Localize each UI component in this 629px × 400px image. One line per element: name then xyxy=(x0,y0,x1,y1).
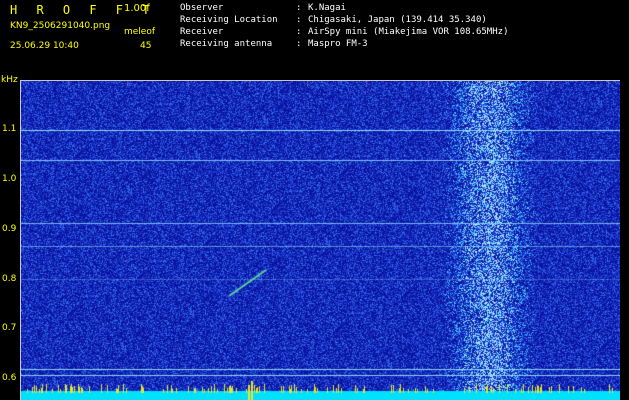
receiver-colon: : xyxy=(296,27,302,37)
y-unit-label: kHz xyxy=(1,75,18,85)
receiver-value: AirSpy mini (Miakejima VOR 108.65MHz) xyxy=(308,27,509,37)
spectrogram-canvas xyxy=(21,81,620,400)
antenna-value: Maspro FM-3 xyxy=(308,39,368,49)
filename-label: KN9_2506291040.png xyxy=(10,21,111,31)
location-label: Receiving Location xyxy=(180,15,278,25)
y-tick-1_0: 1.0 xyxy=(2,174,17,184)
observer-value: K.Nagai xyxy=(308,3,346,13)
count-label: 45 xyxy=(140,41,152,51)
receiver-label: Receiver xyxy=(180,27,224,37)
y-tick-0_7: 0.7 xyxy=(2,323,17,333)
location-colon: : xyxy=(296,15,302,25)
location-value: Chigasaki, Japan (139.414 35.340) xyxy=(308,15,487,25)
observer-label: Observer xyxy=(180,3,224,13)
observer-colon: : xyxy=(296,3,302,13)
y-tick-0_6: 0.6 xyxy=(2,373,17,383)
y-tick-1_1: 1.1 xyxy=(2,124,17,134)
y-tick-0_9: 0.9 xyxy=(2,224,17,234)
spectrogram-panel xyxy=(20,80,620,400)
antenna-label: Receiving antenna xyxy=(180,39,273,49)
mode-label: meleof xyxy=(124,27,156,37)
version-label: 1.00f xyxy=(124,3,150,14)
datetime-label: 25.06.29 10:40 xyxy=(10,41,79,51)
y-tick-0_8: 0.8 xyxy=(2,274,17,284)
antenna-colon: : xyxy=(296,39,302,49)
